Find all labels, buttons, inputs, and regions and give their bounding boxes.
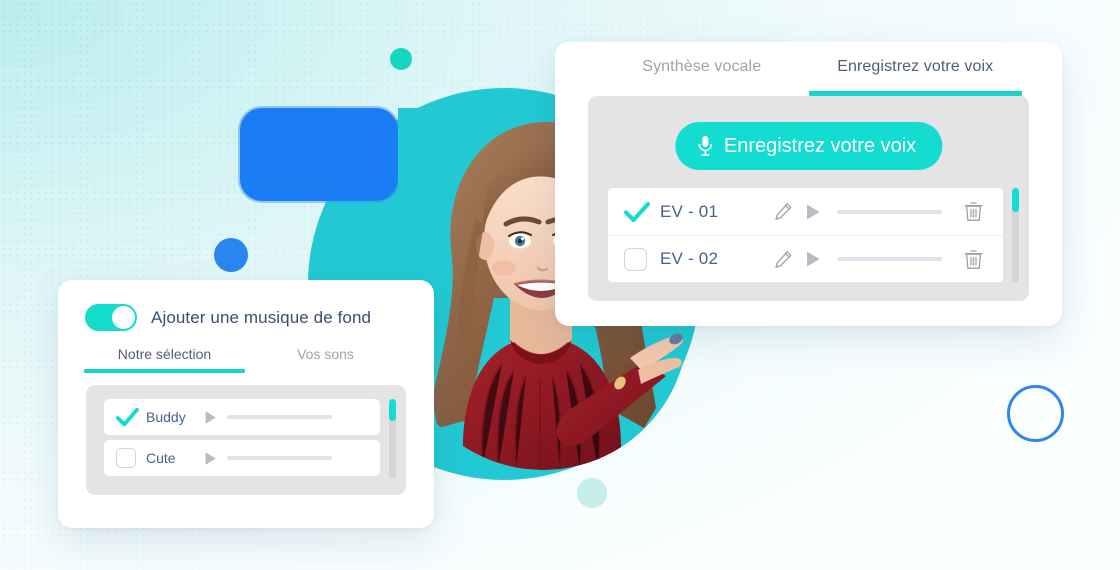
list-item[interactable]: Cute	[104, 440, 380, 476]
blue-rounded-rect-shape	[240, 108, 398, 201]
checkbox-box	[624, 247, 647, 271]
scrollbar-thumb[interactable]	[1012, 188, 1019, 212]
screenshot-root: Synthèse vocale Enregistrez votre voix E…	[0, 0, 1120, 570]
play-icon[interactable]	[204, 451, 217, 466]
pencil-icon[interactable]	[774, 250, 793, 269]
music-tracks-list: Buddy Cute	[104, 399, 380, 476]
progress-track[interactable]	[837, 257, 942, 261]
play-icon[interactable]	[805, 203, 821, 221]
voice-panel: Enregistrez votre voix EV - 01 EV - 02	[588, 96, 1029, 301]
pencil-icon[interactable]	[774, 202, 793, 221]
record-voice-button-label: Enregistrez votre voix	[723, 134, 917, 157]
trash-icon[interactable]	[964, 201, 983, 222]
music-card-tabs: Notre sélection Vos sons	[84, 346, 406, 373]
tab-notre-selection[interactable]: Notre sélection	[84, 346, 245, 373]
checkbox-box	[116, 448, 136, 468]
mint-dot-shape	[577, 478, 607, 508]
track-label: Buddy	[146, 409, 186, 425]
tab-enregistrez-votre-voix[interactable]: Enregistrez votre voix	[808, 42, 1023, 96]
checkbox-checked[interactable]	[116, 407, 142, 427]
table-row[interactable]: EV - 01	[608, 188, 1003, 235]
table-row[interactable]: EV - 02	[608, 235, 1003, 282]
play-icon[interactable]	[805, 250, 821, 268]
checkbox-unchecked[interactable]	[624, 247, 654, 271]
record-voice-button[interactable]: Enregistrez votre voix	[674, 122, 943, 170]
voice-recordings-list: EV - 01 EV - 02	[608, 188, 1003, 282]
trash-icon[interactable]	[964, 249, 983, 270]
checkbox-checked[interactable]	[624, 201, 654, 223]
list-item[interactable]: Buddy	[104, 399, 380, 435]
microphone-icon	[697, 135, 713, 157]
blue-ring-outline-shape	[1007, 385, 1064, 442]
music-panel: Buddy Cute	[86, 385, 406, 495]
progress-track[interactable]	[837, 209, 942, 214]
tab-vos-sons[interactable]: Vos sons	[245, 346, 406, 373]
background-music-toggle-row[interactable]: Ajouter une musique de fond	[85, 304, 371, 331]
teal-dot-shape	[390, 48, 412, 70]
tab-synthese-vocale[interactable]: Synthèse vocale	[595, 42, 809, 96]
recording-label: EV - 01	[660, 201, 719, 221]
voice-list-scrollbar[interactable]	[1012, 188, 1019, 283]
toggle-knob	[112, 306, 135, 329]
scrollbar-thumb[interactable]	[389, 399, 396, 421]
progress-track[interactable]	[227, 456, 332, 460]
music-list-scrollbar[interactable]	[389, 399, 396, 478]
background-music-toggle-label: Ajouter une musique de fond	[151, 307, 372, 327]
background-music-toggle[interactable]	[85, 304, 137, 331]
blue-dot-shape	[214, 238, 248, 272]
track-label: Cute	[146, 450, 176, 466]
play-icon[interactable]	[204, 410, 217, 425]
recording-label: EV - 02	[660, 249, 719, 268]
voice-card-tabs: Synthèse vocale Enregistrez votre voix	[555, 42, 1062, 96]
checkbox-unchecked[interactable]	[116, 448, 142, 468]
progress-track[interactable]	[227, 415, 332, 419]
voice-recording-card: Synthèse vocale Enregistrez votre voix E…	[555, 42, 1062, 326]
